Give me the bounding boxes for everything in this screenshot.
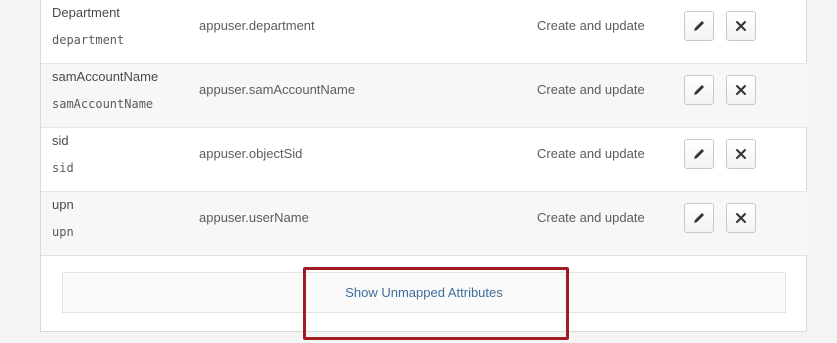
- mapping-expression: appuser.objectSid: [199, 146, 303, 161]
- attribute-display-name: sid: [52, 133, 69, 148]
- remove-mapping-button[interactable]: [726, 11, 756, 41]
- close-icon: [736, 85, 746, 95]
- remove-mapping-button[interactable]: [726, 75, 756, 105]
- show-unmapped-container: Show Unmapped Attributes: [62, 272, 786, 313]
- pencil-icon: [694, 149, 704, 159]
- close-icon: [736, 21, 746, 31]
- mapping-expression: appuser.department: [199, 18, 315, 33]
- pencil-icon: [694, 21, 704, 31]
- attribute-display-name: samAccountName: [52, 69, 159, 84]
- apply-on: Create and update: [537, 210, 645, 225]
- apply-on: Create and update: [537, 82, 645, 97]
- remove-mapping-button[interactable]: [726, 203, 756, 233]
- edit-mapping-button[interactable]: [684, 203, 714, 233]
- remove-mapping-button[interactable]: [726, 139, 756, 169]
- close-icon: [736, 213, 746, 223]
- edit-mapping-button[interactable]: [684, 11, 714, 41]
- apply-on: Create and update: [537, 18, 645, 33]
- attribute-variable-name: samAccountName: [52, 97, 154, 111]
- attribute-variable-name: upn: [52, 225, 74, 239]
- mapping-row: upn upn appuser.userName Create and upda…: [41, 192, 807, 256]
- mapping-row: sid sid appuser.objectSid Create and upd…: [41, 128, 807, 192]
- mapping-row: Department department appuser.department…: [41, 0, 807, 64]
- close-icon: [736, 149, 746, 159]
- show-unmapped-attributes-link[interactable]: Show Unmapped Attributes: [63, 285, 785, 300]
- apply-on: Create and update: [537, 146, 645, 161]
- pencil-icon: [694, 213, 704, 223]
- attribute-variable-name: department: [52, 33, 125, 47]
- pencil-icon: [694, 85, 704, 95]
- edit-mapping-button[interactable]: [684, 139, 714, 169]
- mapping-row: samAccountName samAccountName appuser.sa…: [41, 64, 807, 128]
- attribute-display-name: upn: [52, 197, 74, 212]
- attribute-variable-name: sid: [52, 161, 74, 175]
- attribute-mappings-panel: Department department appuser.department…: [40, 0, 807, 332]
- mapping-expression: appuser.samAccountName: [199, 82, 356, 97]
- attribute-mappings-list: Department department appuser.department…: [41, 0, 807, 256]
- edit-mapping-button[interactable]: [684, 75, 714, 105]
- mapping-expression: appuser.userName: [199, 210, 309, 225]
- attribute-display-name: Department: [52, 5, 120, 20]
